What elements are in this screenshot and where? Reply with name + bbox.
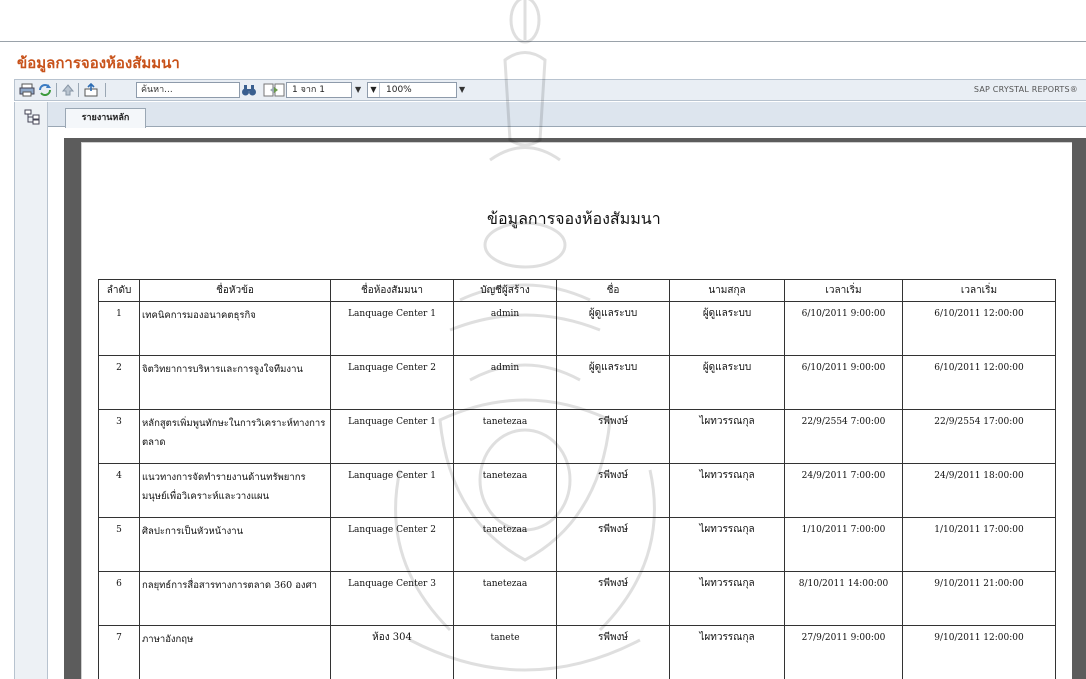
column-header: บัญชีผู้สร้าง (453, 279, 557, 302)
cell-account: tanetezaa (453, 409, 557, 464)
cell-last-name: ไผทวรรณกุล (669, 625, 785, 679)
cell-account: admin (453, 301, 557, 356)
cell-no: 2 (98, 355, 140, 410)
report-title: ข้อมูลการจองห้องสัมมนา (487, 209, 661, 228)
cell-no: 7 (98, 625, 140, 679)
group-tree-panel (14, 102, 48, 679)
column-header: ลำดับ (98, 279, 140, 302)
cell-room: Lanquage Center 1 (330, 463, 454, 518)
refresh-icon[interactable] (37, 82, 53, 98)
cell-start-time: 8/10/2011 14:00:00 (784, 571, 903, 626)
cell-end-time: 9/10/2011 12:00:00 (902, 625, 1056, 679)
tab-main-report[interactable]: รายงานหลัก (65, 108, 146, 128)
cell-first-name: รพีพงษ์ (556, 517, 670, 572)
cell-first-name: รพีพงษ์ (556, 409, 670, 464)
cell-start-time: 6/10/2011 9:00:00 (784, 355, 903, 410)
zoom-select[interactable]: ▼ 100% (367, 82, 457, 98)
cell-no: 4 (98, 463, 140, 518)
cell-room: Lanquage Center 1 (330, 409, 454, 464)
group-tree-icon[interactable] (24, 109, 40, 125)
cell-account: tanetezaa (453, 463, 557, 518)
column-header: เวลาเริ่ม (902, 279, 1056, 302)
cell-end-time: 1/10/2011 17:00:00 (902, 517, 1056, 572)
cell-topic: เทคนิคการมองอนาคตธุรกิจ (139, 301, 331, 356)
column-header: ชื่อ (556, 279, 670, 302)
cell-first-name: รพีพงษ์ (556, 463, 670, 518)
cell-end-time: 6/10/2011 12:00:00 (902, 355, 1056, 410)
cell-end-time: 24/9/2011 18:00:00 (902, 463, 1056, 518)
cell-topic: กลยุทธ์การสื่อสารทางการตลาด 360 องศา (139, 571, 331, 626)
cell-start-time: 22/9/2554 7:00:00 (784, 409, 903, 464)
tab-strip: รายงานหลัก (48, 102, 1086, 128)
cell-end-time: 22/9/2554 17:00:00 (902, 409, 1056, 464)
table-row: 5 ศิลปะการเป็นหัวหน้างาน Lanquage Center… (98, 517, 1056, 572)
cell-last-name: ไผทวรรณกุล (669, 463, 785, 518)
zoom-arrow-icon[interactable]: ▼ (368, 83, 380, 97)
column-header: นามสกุล (669, 279, 785, 302)
table-row: 3 หลักสูตรเพิ่มพูนทักษะในการวิเคราะห์ทาง… (98, 409, 1056, 464)
zoom-value: 100% (386, 85, 412, 95)
cell-last-name: ไผทวรรณกุล (669, 409, 785, 464)
table-row: 1 เทคนิคการมองอนาคตธุรกิจ Lanquage Cente… (98, 301, 1056, 356)
cell-no: 1 (98, 301, 140, 356)
brand-label: SAP CRYSTAL REPORTS® (973, 85, 1078, 94)
column-header: ชื่อหัวข้อ (139, 279, 331, 302)
page-dropdown-arrow[interactable]: ▼ (355, 82, 367, 98)
cell-topic: แนวทางการจัดทำรายงานด้านทรัพยากรมนุษย์เพ… (139, 463, 331, 518)
cell-no: 5 (98, 517, 140, 572)
cell-last-name: ไผทวรรณกุล (669, 517, 785, 572)
top-divider (0, 41, 1086, 42)
cell-start-time: 6/10/2011 9:00:00 (784, 301, 903, 356)
cell-first-name: ผู้ดูแลระบบ (556, 301, 670, 356)
cell-room: Lanquage Center 3 (330, 571, 454, 626)
page-title: ข้อมูลการจองห้องสัมมนา (17, 54, 180, 72)
cell-room: ห้อง 304 (330, 625, 454, 679)
print-icon[interactable] (19, 82, 35, 98)
column-header: ชื่อห้องสัมมนา (330, 279, 454, 302)
table-row: 6 กลยุทธ์การสื่อสารทางการตลาด 360 องศา L… (98, 571, 1056, 626)
table-row: 4 แนวทางการจัดทำรายงานด้านทรัพยากรมนุษย์… (98, 463, 1056, 518)
page-next-icon[interactable] (271, 82, 287, 98)
cell-first-name: ผู้ดูแลระบบ (556, 355, 670, 410)
cell-no: 3 (98, 409, 140, 464)
cell-end-time: 9/10/2011 21:00:00 (902, 571, 1056, 626)
cell-account: tanete (453, 625, 557, 679)
booking-table: ลำดับ ชื่อหัวข้อ ชื่อห้องสัมมนา บัญชีผู้… (98, 279, 1056, 679)
export-icon[interactable] (83, 82, 99, 98)
search-input[interactable]: ค้นหา... (136, 82, 240, 98)
cell-room: Lanquage Center 2 (330, 517, 454, 572)
cell-end-time: 6/10/2011 12:00:00 (902, 301, 1056, 356)
report-toolbar: ค้นหา... 1 จาก 1 ▼ ▼ 100% ▼ SAP CRYSTAL … (14, 79, 1086, 101)
binoculars-icon[interactable] (241, 82, 257, 98)
table-row: 7 ภาษาอังกฤษ ห้อง 304 tanete รพีพงษ์ ไผท… (98, 625, 1056, 679)
cell-account: tanetezaa (453, 571, 557, 626)
table-row: 2 จิตวิทยาการบริหารและการจูงใจทีมงาน Lan… (98, 355, 1056, 410)
table-header-row: ลำดับ ชื่อหัวข้อ ชื่อห้องสัมมนา บัญชีผู้… (98, 279, 1056, 302)
cell-room: Lanquage Center 1 (330, 301, 454, 356)
cell-room: Lanquage Center 2 (330, 355, 454, 410)
cell-last-name: ผู้ดูแลระบบ (669, 355, 785, 410)
cell-last-name: ไผทวรรณกุล (669, 571, 785, 626)
page-indicator[interactable]: 1 จาก 1 (286, 82, 352, 98)
cell-topic: หลักสูตรเพิ่มพูนทักษะในการวิเคราะห์ทางกา… (139, 409, 331, 464)
column-header: เวลาเริ่ม (784, 279, 903, 302)
zoom-dropdown-arrow[interactable]: ▼ (459, 82, 471, 98)
cell-topic: ภาษาอังกฤษ (139, 625, 331, 679)
cell-account: admin (453, 355, 557, 410)
cell-last-name: ผู้ดูแลระบบ (669, 301, 785, 356)
cell-topic: จิตวิทยาการบริหารและการจูงใจทีมงาน (139, 355, 331, 410)
cell-start-time: 1/10/2011 7:00:00 (784, 517, 903, 572)
cell-start-time: 24/9/2011 7:00:00 (784, 463, 903, 518)
cell-topic: ศิลปะการเป็นหัวหน้างาน (139, 517, 331, 572)
up-icon[interactable] (60, 82, 76, 98)
cell-first-name: รพีพงษ์ (556, 571, 670, 626)
cell-first-name: รพีพงษ์ (556, 625, 670, 679)
cell-start-time: 27/9/2011 9:00:00 (784, 625, 903, 679)
app-window: ข้อมูลการจองห้องสัมมนา ค้นหา... 1 จาก 1 … (0, 0, 1086, 679)
cell-no: 6 (98, 571, 140, 626)
cell-account: tanetezaa (453, 517, 557, 572)
